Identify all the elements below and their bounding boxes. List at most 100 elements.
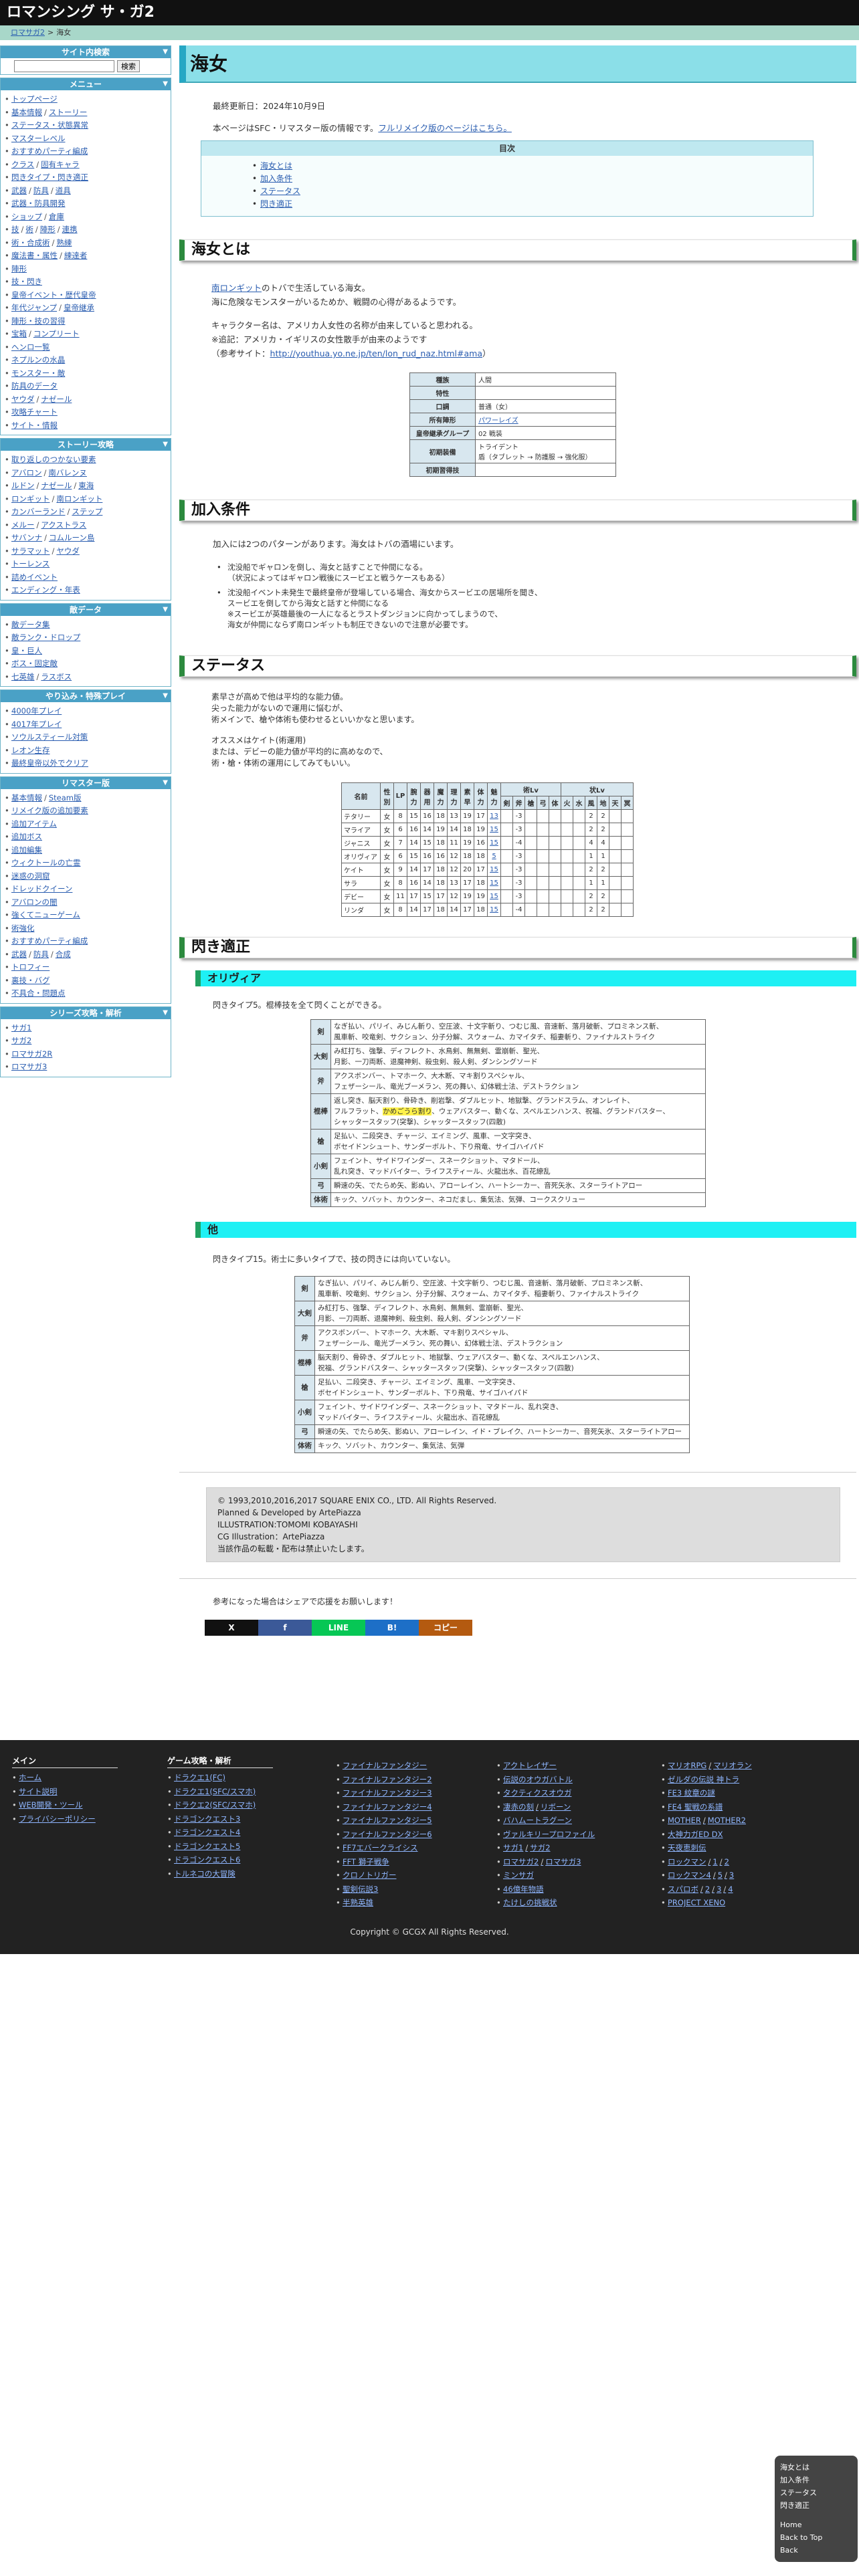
sidebar-heading-menu[interactable]: メニュー ▼ xyxy=(1,78,171,90)
sidebar-item-link[interactable]: ヘンロ一覧 xyxy=(11,342,50,352)
sidebar-item-link[interactable]: ネプルンの水晶 xyxy=(11,355,65,364)
collapse-triangle-icon[interactable]: ▼ xyxy=(163,1007,168,1019)
sidebar-heading-series[interactable]: シリーズ攻略・解析 ▼ xyxy=(1,1006,171,1019)
footer-link[interactable]: 天夜恵刺伝 xyxy=(668,1843,706,1852)
footer-link[interactable]: ドラゴンクエスト6 xyxy=(174,1855,240,1864)
floating-toc-item[interactable]: 閃き適正 xyxy=(775,2499,858,2512)
sidebar-item-link[interactable]: 防具 xyxy=(33,950,49,959)
sidebar-item-link[interactable]: 皇帝イベント・歴代皇帝 xyxy=(11,290,96,300)
site-title[interactable]: ロマンシング サ・ガ2 xyxy=(0,0,859,25)
sidebar-item-link[interactable]: 道具 xyxy=(56,186,71,195)
sidebar-item-link[interactable]: メルー xyxy=(11,520,35,530)
footer-link[interactable]: 4 xyxy=(728,1885,733,1894)
footer-link[interactable]: ドラゴンクエスト4 xyxy=(174,1828,240,1837)
sidebar-item-link[interactable]: ナゼール xyxy=(41,481,72,490)
sidebar-item-link[interactable]: 陣形 xyxy=(11,264,27,274)
footer-link[interactable]: ファイナルファンタジー3 xyxy=(343,1788,432,1798)
sidebar-item-link[interactable]: ルドン xyxy=(11,481,35,490)
footer-link[interactable]: ファイナルファンタジー6 xyxy=(343,1830,432,1839)
status-cell[interactable]: 15 xyxy=(487,889,501,903)
sidebar-item-link[interactable]: 東海 xyxy=(78,481,94,490)
sidebar-item-link[interactable]: ナゼール xyxy=(41,395,72,404)
footer-link[interactable]: 凄赤の刻 xyxy=(503,1802,534,1812)
footer-link[interactable]: ドラゴンクエスト3 xyxy=(174,1814,240,1824)
sidebar-item-link[interactable]: 詰めイベント xyxy=(11,572,58,582)
footer-link[interactable]: マリオRPG xyxy=(668,1761,706,1770)
footer-link[interactable]: ロックマン4 xyxy=(668,1870,711,1880)
sidebar-item-link[interactable]: サガ2 xyxy=(11,1036,31,1045)
sidebar-item-link[interactable]: 宝箱 xyxy=(11,329,27,338)
footer-link[interactable]: 2 xyxy=(705,1885,710,1894)
sidebar-item-link[interactable]: サガ1 xyxy=(11,1023,31,1033)
sidebar-item-link[interactable]: ストーリー xyxy=(49,108,88,117)
floating-nav-link[interactable]: Back xyxy=(775,2544,858,2557)
footer-link[interactable]: ロマサガ3 xyxy=(545,1857,581,1866)
sidebar-item-link[interactable]: 南バレンヌ xyxy=(48,468,87,477)
footer-link[interactable]: ミンサガ xyxy=(503,1870,534,1880)
sidebar-item-link[interactable]: ウィクトールの亡霊 xyxy=(11,858,81,867)
footer-link[interactable]: ファイナルファンタジー4 xyxy=(343,1802,432,1812)
footer-link[interactable]: FE3 紋章の謎 xyxy=(668,1788,715,1798)
sidebar-item-link[interactable]: アクストラス xyxy=(41,520,86,530)
footer-link[interactable]: ドラゴンクエスト5 xyxy=(174,1842,240,1851)
floating-toc-item[interactable]: ステータス xyxy=(775,2486,858,2499)
sidebar-item-link[interactable]: サラマット xyxy=(11,546,50,556)
footer-link[interactable]: サイト説明 xyxy=(19,1787,58,1796)
status-cell[interactable]: 5 xyxy=(487,849,501,863)
sidebar-item-link[interactable]: アバロンの闇 xyxy=(11,897,58,907)
sidebar-item-link[interactable]: リメイク版の追加要素 xyxy=(11,806,88,815)
sidebar-item-link[interactable]: 武器 xyxy=(11,950,27,959)
sidebar-item-link[interactable]: 技 xyxy=(11,225,19,234)
share-button[interactable]: f xyxy=(258,1620,312,1636)
sidebar-heading-db[interactable]: 敵データ ▼ xyxy=(1,603,171,616)
sidebar-item-link[interactable]: 術・合成術 xyxy=(11,238,50,247)
attribute-value[interactable]: パワーレイズ xyxy=(475,413,616,427)
sidebar-item-link[interactable]: Steam版 xyxy=(49,793,82,802)
sidebar-item-link[interactable]: 敵データ集 xyxy=(11,620,50,629)
south-longit-link[interactable]: 南ロンギット xyxy=(211,283,262,293)
sidebar-item-link[interactable]: 裏技・バグ xyxy=(11,976,50,985)
sidebar-item-link[interactable]: 不具合・問題点 xyxy=(11,988,66,998)
status-cell[interactable]: 15 xyxy=(487,863,501,877)
sidebar-item-link[interactable]: 年代ジャンプ xyxy=(11,303,57,312)
footer-link[interactable]: 5 xyxy=(718,1870,723,1880)
sidebar-item-link[interactable]: ショップ xyxy=(11,212,42,221)
footer-link[interactable]: FFT 獅子戦争 xyxy=(343,1857,389,1866)
footer-link[interactable]: ファイナルファンタジー2 xyxy=(343,1775,432,1784)
sidebar-item-link[interactable]: トロフィー xyxy=(11,962,50,972)
footer-link[interactable]: たけしの挑戦状 xyxy=(503,1898,557,1907)
sidebar-item-link[interactable]: 防具 xyxy=(33,186,49,195)
footer-link[interactable]: 伝説のオウガバトル xyxy=(503,1775,573,1784)
footer-link[interactable]: ファイナルファンタジー5 xyxy=(343,1816,432,1825)
sidebar-item-link[interactable]: トップページ xyxy=(11,94,58,104)
sidebar-item-link[interactable]: モンスター・敵 xyxy=(11,368,65,378)
share-button[interactable]: X xyxy=(205,1620,258,1636)
sidebar-item-link[interactable]: 魔法書・属性 xyxy=(11,251,58,260)
sidebar-item-link[interactable]: 武器 xyxy=(11,186,27,195)
sidebar-item-link[interactable]: ヤウダ xyxy=(11,395,35,404)
collapse-triangle-icon[interactable]: ▼ xyxy=(163,777,168,789)
sidebar-item-link[interactable]: 七英雄 xyxy=(11,672,35,681)
sidebar-item-link[interactable]: 熟練 xyxy=(56,238,72,247)
status-cell[interactable]: 15 xyxy=(487,903,501,917)
footer-link[interactable]: 半熟英雄 xyxy=(343,1898,373,1907)
status-cell[interactable]: 15 xyxy=(487,836,501,850)
sidebar-item-link[interactable]: 攻略チャート xyxy=(11,407,58,417)
footer-link[interactable]: FE4 聖戦の系譜 xyxy=(668,1802,723,1812)
sidebar-item-link[interactable]: ロマサガ2R xyxy=(11,1049,52,1059)
footer-link[interactable]: MOTHER xyxy=(668,1816,701,1825)
sidebar-item-link[interactable]: ラスボス xyxy=(41,672,72,681)
sidebar-item-link[interactable]: サイト・情報 xyxy=(11,421,58,430)
footer-link[interactable]: スパロボ xyxy=(668,1885,698,1894)
footer-link[interactable]: バハムートラグーン xyxy=(503,1816,572,1825)
toc-link[interactable]: ステータス xyxy=(260,187,300,196)
collapse-triangle-icon[interactable]: ▼ xyxy=(163,439,168,451)
sidebar-item-link[interactable]: 4000年プレイ xyxy=(11,706,62,716)
floating-toc-item[interactable]: 加入条件 xyxy=(775,2474,858,2486)
footer-link[interactable]: WEB開発・ツール xyxy=(19,1800,83,1810)
sidebar-item-link[interactable]: ロマサガ3 xyxy=(11,1062,47,1071)
sidebar-item-link[interactable]: コムルーン島 xyxy=(49,533,94,542)
footer-link[interactable]: 3 xyxy=(729,1870,734,1880)
sidebar-item-link[interactable]: 固有キャラ xyxy=(41,160,80,169)
collapse-triangle-icon[interactable]: ▼ xyxy=(163,690,168,702)
